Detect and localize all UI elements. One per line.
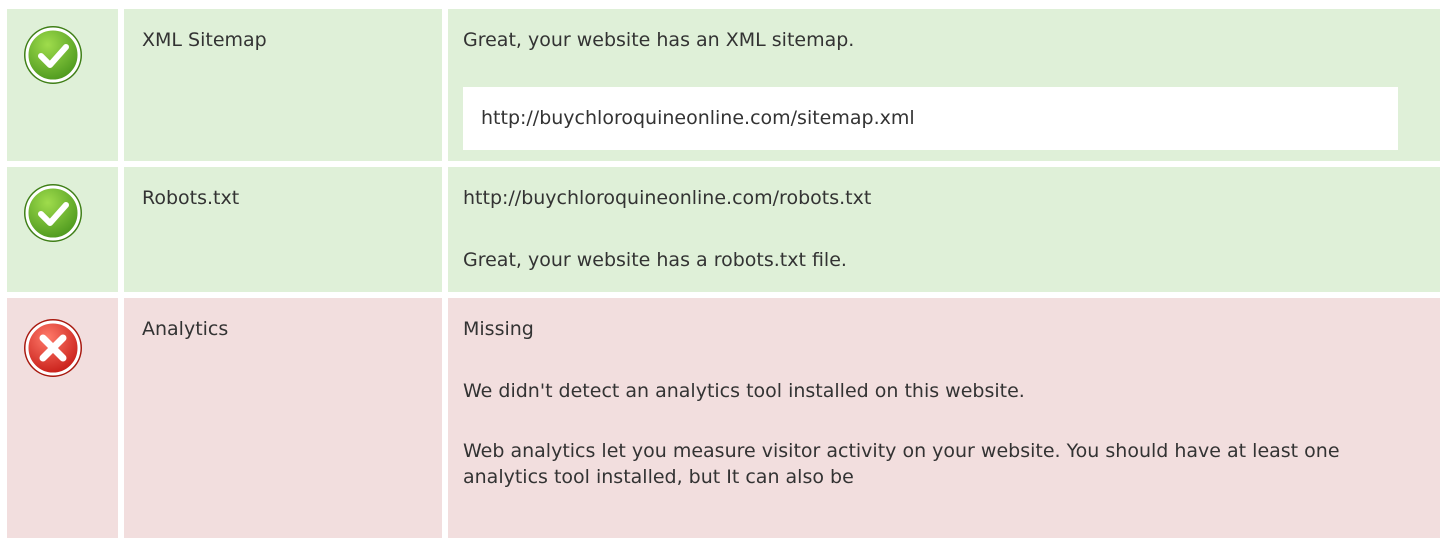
check-circle-icon xyxy=(24,184,82,242)
check-result-cell: http://buychloroquineonline.com/robots.t… xyxy=(448,167,1440,292)
check-name: Analytics xyxy=(142,318,229,340)
robots-url: http://buychloroquineonline.com/robots.t… xyxy=(463,187,872,209)
result-status: Missing xyxy=(463,318,534,340)
report-row-robots-txt: Robots.txt http://buychloroquineonline.c… xyxy=(7,167,1440,292)
status-cell xyxy=(7,298,118,538)
check-result-cell: Great, your website has an XML sitemap. … xyxy=(448,9,1440,161)
result-message: Great, your website has an XML sitemap. xyxy=(463,29,855,51)
status-cell xyxy=(7,167,118,292)
report-row-analytics: Analytics Missing We didn't detect an an… xyxy=(7,298,1440,538)
check-name-cell: Analytics xyxy=(124,298,442,538)
check-name-cell: Robots.txt xyxy=(124,167,442,292)
report-row-xml-sitemap: XML Sitemap Great, your website has an X… xyxy=(7,9,1440,161)
sitemap-url: http://buychloroquineonline.com/sitemap.… xyxy=(481,107,915,129)
check-name: XML Sitemap xyxy=(142,29,267,51)
check-name: Robots.txt xyxy=(142,187,240,209)
check-circle-icon xyxy=(24,26,82,84)
status-cell xyxy=(7,9,118,161)
sitemap-url-box: http://buychloroquineonline.com/sitemap.… xyxy=(463,87,1398,150)
result-message: Great, your website has a robots.txt fil… xyxy=(463,249,847,271)
cross-circle-icon xyxy=(24,319,82,377)
result-message: We didn't detect an analytics tool insta… xyxy=(463,380,1025,402)
result-detail: Web analytics let you measure visitor ac… xyxy=(463,440,1340,488)
check-name-cell: XML Sitemap xyxy=(124,9,442,161)
check-result-cell: Missing We didn't detect an analytics to… xyxy=(448,298,1440,538)
